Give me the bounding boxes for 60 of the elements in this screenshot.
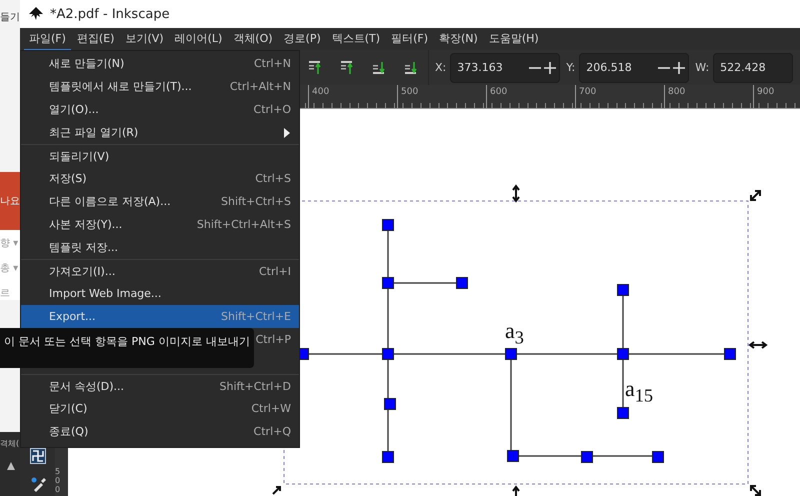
resize-handle-icon[interactable] [512,184,520,203]
node[interactable] [382,451,394,463]
menu-bar-item[interactable]: 텍스트(T) [326,28,386,50]
menu-item[interactable]: 문서 속성(D)... Shift+Ctrl+D [21,374,299,397]
align-icon[interactable] [404,60,418,76]
window-title: *A2.pdf - Inkscape [50,6,170,22]
menu-item[interactable]: 새로 만들기(N) Ctrl+N [21,52,299,75]
coordinate-label: Y: [566,61,576,74]
node[interactable] [456,277,468,289]
app-logo-icon [28,7,44,21]
submenu-arrow-icon [283,126,291,138]
menu-bar-item[interactable]: 확장(N) [434,28,483,50]
coordinate-field[interactable]: 373.163 [450,52,560,82]
menu-bar-item[interactable]: 도움말(H) [484,28,544,50]
tooltip: 이 문서 또는 선택 항목을 PNG 이미지로 내보내기 [0,328,254,368]
menu-bar-item[interactable]: 보기(V) [120,28,169,50]
node[interactable] [382,277,394,289]
node[interactable] [507,450,519,462]
node[interactable] [384,398,396,410]
coordinate-label: X: [435,61,446,74]
background-panel-text: 격체( [0,438,20,449]
align-icon[interactable] [340,60,354,76]
resize-handle-icon[interactable] [748,341,768,349]
plus-icon[interactable] [672,60,686,74]
resize-handle-icon[interactable] [512,485,520,496]
eyedropper-icon[interactable] [30,476,46,492]
node[interactable] [617,348,629,360]
align-icon[interactable] [372,60,386,76]
triangle-icon [6,461,16,471]
vertex-label: a$_{3}$ [505,320,524,347]
node[interactable] [724,348,736,360]
background-window-text: 들기 [0,11,20,25]
menu-bar-item[interactable]: 편집(E) [72,28,120,50]
menu-bar-item[interactable]: 경로(P) [278,28,326,50]
align-icon[interactable] [308,60,322,76]
node[interactable] [652,451,664,463]
menu-bar-item[interactable]: 객체(O) [228,28,278,50]
menu-item[interactable]: 가져오기(I)... Ctrl+I [21,259,299,282]
menu-item[interactable]: 되돌리기(V) [21,144,299,167]
background-ribbon-band: 나요 [0,172,20,230]
resize-handle-icon[interactable] [750,190,761,201]
resize-handle-icon[interactable] [272,486,281,495]
node[interactable] [505,348,517,360]
background-window-text: 향 ▾ [0,237,20,250]
node[interactable] [617,407,629,419]
node[interactable] [581,451,593,463]
vertex-label: a$_{15}$ [625,378,654,405]
menu-bar-item[interactable]: 필터(F) [386,28,433,50]
node[interactable] [382,348,394,360]
background-window-text: 르 [0,287,11,300]
plus-icon[interactable] [543,60,558,74]
background-window-text: 총 ▾ [0,262,20,275]
coordinate-label: W: [695,61,710,74]
coordinate-field[interactable]: 522.428 [713,52,794,82]
menu-bar-item[interactable]: 레이어(L) [170,28,228,50]
menu-item[interactable]: Export... Shift+Ctrl+E [21,305,299,328]
resize-handle-icon[interactable] [750,485,761,496]
node[interactable] [617,284,629,296]
node[interactable] [382,219,394,231]
coordinate-field[interactable]: 206.518 [579,52,690,82]
